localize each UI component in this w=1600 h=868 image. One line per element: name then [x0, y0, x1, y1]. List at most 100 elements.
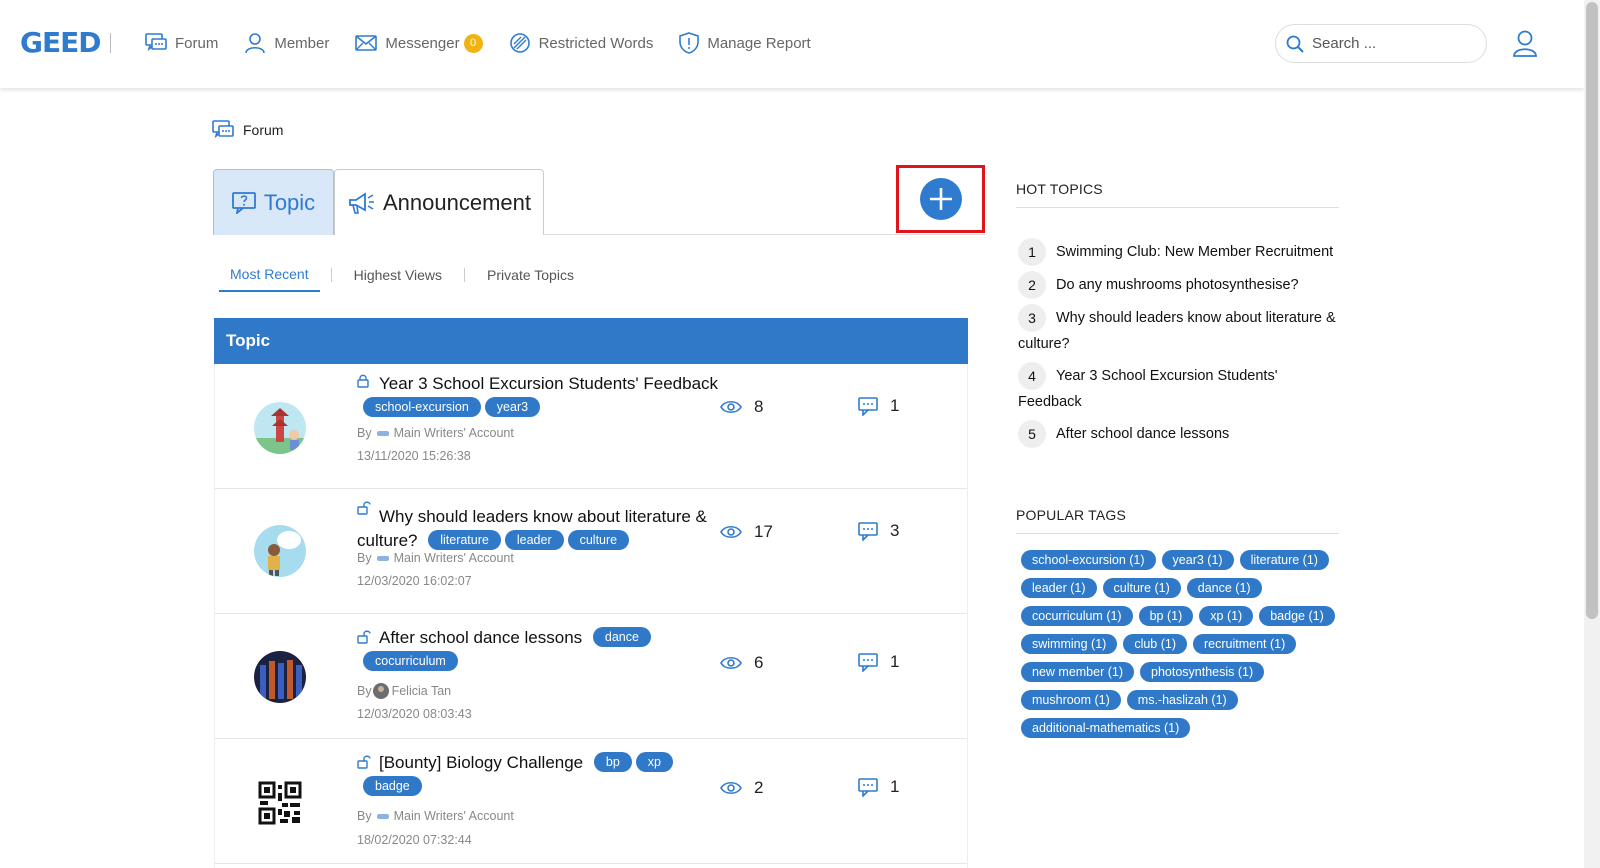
logo[interactable]: GEED	[20, 26, 101, 59]
topic-tag[interactable]: dance	[592, 626, 651, 647]
hot-topic-text[interactable]: After school dance lessons	[1056, 426, 1229, 442]
hot-topic-item[interactable]: 1 Swimming Club: New Member Recruitment	[1018, 238, 1343, 266]
topic-tag[interactable]: school-excursion	[363, 396, 481, 417]
nav-member[interactable]: Member	[244, 32, 329, 54]
nav-forum[interactable]: Forum	[145, 33, 218, 53]
eye-icon	[720, 525, 742, 539]
popular-tag[interactable]: recruitment (1)	[1193, 634, 1297, 654]
popular-tag[interactable]: ms.-haslizah (1)	[1126, 690, 1238, 710]
by-label: By	[357, 426, 372, 440]
popular-tag[interactable]: additional-mathematics (1)	[1021, 718, 1191, 738]
popular-tag[interactable]: photosynthesis (1)	[1140, 662, 1265, 682]
topic-title[interactable]: [Bounty] Biology Challenge	[379, 753, 583, 772]
topic-tag[interactable]: xp	[635, 751, 673, 772]
popular-tag[interactable]: swimming (1)	[1021, 634, 1118, 654]
forum-icon	[145, 33, 167, 52]
topic-tag[interactable]: culture	[567, 529, 630, 550]
table-row[interactable]: [Bounty] Biology Challenge bp xp badge By…	[215, 739, 967, 864]
popular-tag[interactable]: new member (1)	[1021, 662, 1134, 682]
hot-topics-title: HOT TOPICS	[1016, 181, 1103, 197]
hot-topic-text[interactable]: Swimming Club: New Member Recruitment	[1056, 244, 1333, 260]
tab-topic[interactable]: Topic	[213, 169, 334, 235]
search-box[interactable]	[1275, 24, 1487, 63]
popular-tag[interactable]: xp (1)	[1199, 606, 1254, 626]
subtab-highest-views[interactable]: Highest Views	[343, 267, 453, 291]
topic-author: By Main Writers' Account	[357, 809, 514, 823]
tab-announcement[interactable]: Announcement	[334, 169, 544, 235]
topic-author: By Main Writers' Account	[357, 426, 514, 440]
hot-topic-item[interactable]: 4 Year 3 School Excursion Students' Feedb…	[1018, 362, 1343, 415]
scrollbar-thumb[interactable]	[1586, 2, 1598, 619]
table-row[interactable]: After school dance lessons dance cocurri…	[215, 614, 967, 739]
popular-tag[interactable]: cocurriculum (1)	[1021, 606, 1133, 626]
question-bubble-icon	[231, 191, 256, 214]
add-topic-button[interactable]	[919, 178, 962, 220]
by-label: By	[357, 684, 372, 698]
topic-author: By Main Writers' Account	[357, 551, 514, 565]
topic-tag[interactable]: badge	[363, 776, 422, 797]
tab-topic-label: Topic	[263, 189, 316, 215]
topic-tag[interactable]: literature	[428, 529, 501, 550]
author-name[interactable]: Felicia Tan	[392, 684, 452, 698]
popular-tag[interactable]: leader (1)	[1021, 578, 1097, 598]
subtab-private-topics[interactable]: Private Topics	[476, 267, 585, 291]
hot-topic-item[interactable]: 5 After school dance lessons	[1018, 420, 1343, 448]
breadcrumb: Forum	[212, 120, 283, 140]
subtab-divider	[464, 268, 466, 282]
shield-icon	[679, 32, 700, 54]
hot-topic-text[interactable]: Why should leaders know about literature…	[1018, 310, 1336, 352]
tab-announcement-label: Announcement	[383, 189, 531, 215]
main-nav: Forum Member Messenger 0 Restricted Word…	[145, 32, 837, 54]
hot-topic-item[interactable]: 3 Why should leaders know about literatur…	[1018, 304, 1343, 357]
search-input[interactable]	[1312, 35, 1472, 52]
topic-title[interactable]: After school dance lessons	[379, 628, 582, 647]
popular-tag[interactable]: mushroom (1)	[1021, 690, 1121, 710]
breadcrumb-label[interactable]: Forum	[243, 122, 283, 138]
nav-manage-report-label: Manage Report	[707, 34, 811, 52]
author-name[interactable]: Main Writers' Account	[394, 809, 514, 823]
comment-icon	[858, 777, 878, 797]
topic-tag[interactable]: year3	[484, 396, 541, 417]
replies-stat: 1	[858, 396, 899, 416]
topic-thumbnail	[254, 651, 306, 703]
topic-date: 12/03/2020 16:02:07	[357, 574, 472, 588]
add-topic-highlight[interactable]	[896, 165, 985, 233]
hot-topic-text[interactable]: Year 3 School Excursion Students' Feedba…	[1018, 368, 1277, 410]
comment-icon	[858, 652, 878, 672]
by-label: By	[357, 809, 372, 823]
popular-tag[interactable]: club (1)	[1123, 634, 1187, 654]
user-profile-button[interactable]	[1512, 30, 1538, 63]
logo-divider	[110, 33, 111, 53]
nav-messenger[interactable]: Messenger 0	[355, 33, 483, 53]
views-count: 2	[754, 778, 764, 797]
popular-tag[interactable]: badge (1)	[1259, 606, 1335, 626]
author-name[interactable]: Main Writers' Account	[394, 551, 514, 565]
author-name[interactable]: Main Writers' Account	[394, 426, 514, 440]
hot-topic-text[interactable]: Do any mushrooms photosynthesise?	[1056, 277, 1299, 293]
popular-tags-title: POPULAR TAGS	[1016, 507, 1127, 523]
popular-tag[interactable]: dance (1)	[1186, 578, 1262, 598]
popular-tag[interactable]: culture (1)	[1102, 578, 1181, 598]
topic-title-block: Year 3 School Excursion Students' Feedba…	[357, 372, 727, 421]
topic-tag[interactable]: bp	[593, 751, 632, 772]
topic-tag[interactable]: cocurriculum	[363, 651, 458, 672]
popular-tags-list: school-excursion (1) year3 (1) literatur…	[1021, 550, 1341, 746]
author-avatar	[376, 430, 389, 436]
popular-tag[interactable]: bp (1)	[1138, 606, 1194, 626]
table-row[interactable]: Why should leaders know about literature…	[215, 489, 967, 614]
subtab-most-recent[interactable]: Most Recent	[219, 266, 320, 292]
topic-title[interactable]: Year 3 School Excursion Students' Feedba…	[379, 374, 718, 393]
hot-topic-item[interactable]: 2 Do any mushrooms photosynthesise?	[1018, 271, 1343, 299]
author-avatar	[372, 683, 389, 699]
popular-tag[interactable]: school-excursion (1)	[1021, 550, 1156, 570]
replies-stat: 1	[858, 652, 899, 672]
popular-tag[interactable]: year3 (1)	[1161, 550, 1234, 570]
popular-tag[interactable]: literature (1)	[1239, 550, 1329, 570]
table-row[interactable]: Year 3 School Excursion Students' Feedba…	[215, 364, 967, 489]
topic-tag[interactable]: leader	[504, 529, 564, 550]
eye-icon	[720, 656, 742, 670]
nav-restricted-words[interactable]: Restricted Words	[509, 32, 653, 54]
topic-title-block: Why should leaders know about literature…	[357, 505, 727, 554]
forum-tabs: Topic Announcement	[213, 169, 985, 235]
nav-manage-report[interactable]: Manage Report	[679, 32, 811, 54]
